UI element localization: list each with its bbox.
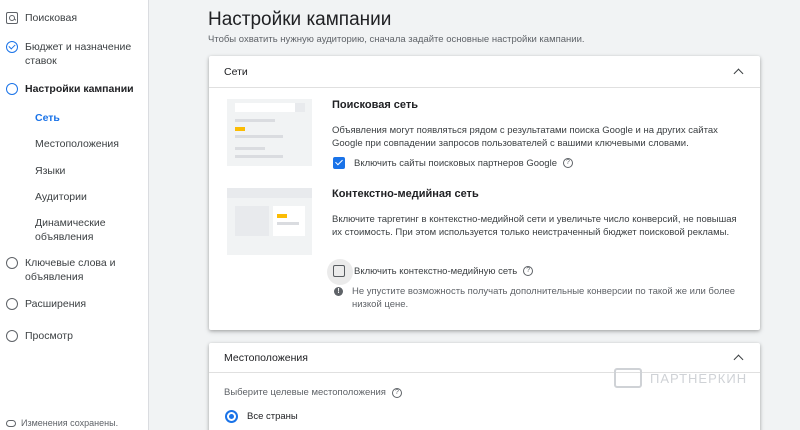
sidebar-subitem-dynamic-ads[interactable]: Динамические объявления <box>35 216 125 244</box>
locations-label-text: Выберите целевые местоположения <box>224 387 386 398</box>
help-icon[interactable]: ? <box>391 387 402 398</box>
locations-card-title: Местоположения <box>224 351 308 364</box>
cloud-icon <box>6 419 16 427</box>
sidebar-item-campaign-settings[interactable]: Настройки кампании <box>6 82 134 96</box>
sidebar-item-label: Расширения <box>25 298 87 310</box>
sidebar-subitem-network[interactable]: Сеть <box>35 111 60 125</box>
all-countries-label: Все страны <box>247 411 298 422</box>
search-partners-label: Включить сайты поисковых партнеров Googl… <box>354 157 557 169</box>
display-network-info: ! Не упустите возможность получать допол… <box>333 285 743 311</box>
help-icon[interactable]: ? <box>562 158 573 168</box>
watermark-logo-icon <box>614 368 642 388</box>
circle-icon <box>6 257 18 269</box>
search-partners-option: Включить сайты поисковых партнеров Googl… <box>333 157 573 169</box>
watermark-text: ПАРТНЕРКИН <box>650 370 748 386</box>
locations-label: Выберите целевые местоположения ? <box>224 387 402 398</box>
chevron-up-icon[interactable] <box>734 67 744 77</box>
circle-icon <box>6 83 18 95</box>
sidebar-item-keywords-ads[interactable]: Ключевые слова и объявления <box>6 256 135 284</box>
sidebar-item-search[interactable]: Поисковая <box>6 11 77 25</box>
sidebar-item-label: Поисковая <box>25 12 78 24</box>
saved-status: Изменения сохранены. <box>6 418 118 428</box>
networks-card-title: Сети <box>224 65 248 78</box>
saved-status-text: Изменения сохранены. <box>21 418 119 428</box>
sidebar-item-label: Просмотр <box>25 330 73 342</box>
sidebar-item-label: Бюджет и назначение ставок <box>25 41 132 67</box>
display-network-illustration <box>227 188 312 255</box>
all-countries-radio[interactable] <box>225 410 238 423</box>
search-partners-checkbox[interactable] <box>333 157 345 169</box>
search-network-title: Поисковая сеть <box>332 99 419 111</box>
display-network-title: Контекстно-медийная сеть <box>332 188 479 200</box>
check-circle-icon <box>6 41 18 53</box>
sidebar-subitem-audiences[interactable]: Аудитории <box>35 190 87 204</box>
sidebar-item-review[interactable]: Просмотр <box>6 329 73 343</box>
sidebar-subitem-locations[interactable]: Местоположения <box>35 137 119 151</box>
sidebar-item-extensions[interactable]: Расширения <box>6 297 86 311</box>
networks-card: Сети Поисковая сеть Объявления могут поя… <box>209 56 760 330</box>
display-network-option: Включить контекстно-медийную сеть ? <box>327 259 534 285</box>
page-subtitle: Чтобы охватить нужную аудиторию, сначала… <box>208 34 585 45</box>
circle-icon <box>6 330 18 342</box>
watermark: ПАРТНЕРКИН <box>614 368 747 388</box>
display-network-description: Включите таргетинг в контекстно-медийной… <box>332 214 737 238</box>
info-icon: ! <box>334 287 343 296</box>
all-countries-option[interactable]: Все страны <box>225 410 298 423</box>
display-network-label: Включить контекстно-медийную сеть <box>354 265 518 277</box>
search-network-illustration <box>227 99 312 166</box>
chevron-up-icon[interactable] <box>734 353 744 363</box>
display-network-checkbox[interactable] <box>327 259 353 285</box>
display-network-info-text: Не упустите возможность получать дополни… <box>352 286 736 310</box>
networks-card-header[interactable]: Сети <box>209 56 760 88</box>
sidebar-item-budget[interactable]: Бюджет и назначение ставок <box>6 40 135 68</box>
sidebar-item-label: Настройки кампании <box>25 83 134 95</box>
circle-icon <box>6 298 18 310</box>
page-title: Настройки кампании <box>208 9 392 30</box>
campaign-steps-sidebar: Поисковая Бюджет и назначение ставок Нас… <box>0 0 149 430</box>
search-box-icon <box>6 12 18 24</box>
help-icon[interactable]: ? <box>523 266 534 276</box>
sidebar-subitem-languages[interactable]: Языки <box>35 164 65 178</box>
search-network-description: Объявления могут появляться рядом с резу… <box>332 125 718 149</box>
sidebar-item-label: Ключевые слова и объявления <box>25 257 116 283</box>
